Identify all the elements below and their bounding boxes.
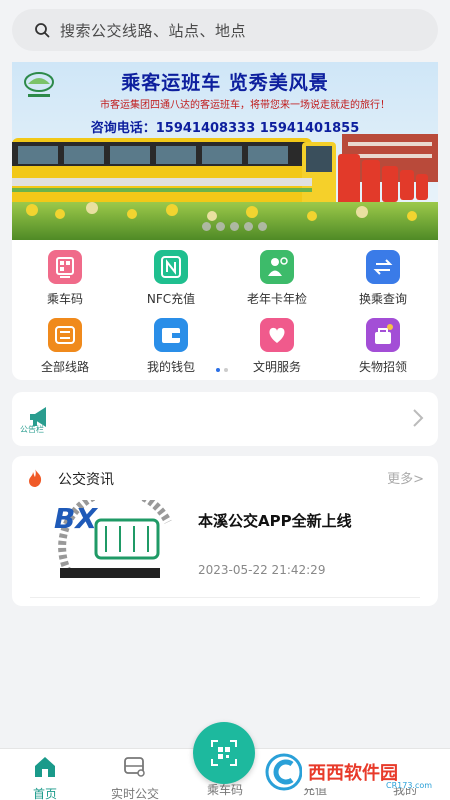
notice-label: 公告栏 <box>20 425 44 434</box>
scan-code-button[interactable] <box>193 722 255 784</box>
service-nfc[interactable]: NFC充值 <box>118 250 224 307</box>
news-more-link[interactable]: 更多> <box>387 468 424 487</box>
banner-dot[interactable] <box>216 222 225 231</box>
banner-dot[interactable] <box>258 222 267 231</box>
watermark-brand: 西西软件园 <box>308 762 398 784</box>
service-label: 乘车码 <box>46 292 83 306</box>
banner-pagination[interactable] <box>202 222 267 231</box>
service-label: NFC充值 <box>146 292 196 306</box>
banner-dot[interactable] <box>244 222 253 231</box>
news-thumbnail[interactable]: BX <box>50 500 176 582</box>
service-lost-found[interactable]: 失物招领 <box>330 318 436 375</box>
elder-card-icon <box>260 250 294 284</box>
service-label: 我的钱包 <box>146 360 195 374</box>
home-icon <box>35 757 55 777</box>
service-bus-code[interactable]: 乘车码 <box>12 250 118 307</box>
grid-page-dot <box>224 368 228 372</box>
tab-label: 实时公交 <box>110 787 159 800</box>
grid-page-dot <box>216 368 220 372</box>
banner-subtitle: 市客运集团四通八达的客运班车，将带您来一场说走就走的旅行！ <box>100 100 390 111</box>
bus-search-icon <box>124 757 145 777</box>
service-label: 换乘查询 <box>358 292 407 306</box>
search-header: 搜索公交线路、站点、地点 <box>0 0 450 62</box>
banner-dot[interactable] <box>230 222 239 231</box>
divider <box>30 597 420 598</box>
service-transfer[interactable]: 换乘查询 <box>330 250 436 307</box>
service-label: 失物招领 <box>358 360 407 374</box>
article-title[interactable]: 本溪公交APP全新上线 <box>198 510 352 531</box>
service-label: 文明服务 <box>252 360 301 374</box>
tab-label: 首页 <box>32 787 57 800</box>
transfer-icon <box>366 250 400 284</box>
thumb-logo-text: BX <box>54 502 98 535</box>
banner-title: 乘客运班车 览秀美风景 <box>121 72 329 94</box>
qr-code-icon <box>211 740 237 766</box>
civil-service-icon <box>260 318 294 352</box>
promo-banner[interactable]: 乘客运班车 览秀美风景 市客运集团四通八达的客运班车，将带您来一场说走就走的旅行… <box>12 62 438 240</box>
grid-pagination <box>216 368 228 372</box>
wallet-icon <box>154 318 188 352</box>
bus-code-icon <box>48 250 82 284</box>
fire-icon <box>29 469 42 487</box>
news-title: 公交资讯 <box>58 472 114 488</box>
banner-phone: 咨询电话：15941408333 15941401855 <box>90 121 360 136</box>
watermark-logo: 西西软件园 CR173.com <box>265 753 438 791</box>
watermark-url: CR173.com <box>386 781 432 790</box>
tab-realtime-bus[interactable]: 实时公交 <box>90 755 180 800</box>
service-civil[interactable]: 文明服务 <box>224 318 330 375</box>
service-label: 全部线路 <box>40 360 89 374</box>
search-placeholder: 搜索公交线路、站点、地点 <box>60 21 247 40</box>
service-label: 老年卡年检 <box>246 292 307 306</box>
chevron-right-icon[interactable] <box>412 408 424 428</box>
service-wallet[interactable]: 我的钱包 <box>118 318 224 375</box>
search-icon <box>35 23 50 38</box>
lost-found-icon <box>366 318 400 352</box>
service-all-routes[interactable]: 全部线路 <box>12 318 118 375</box>
service-elder-card[interactable]: 老年卡年检 <box>224 250 330 307</box>
services-grid: 乘车码 NFC充值 老年卡年检 换乘查询 全部线路 我的钱包 文明服务 失物招领 <box>12 240 438 380</box>
nfc-icon <box>154 250 188 284</box>
tab-home[interactable]: 首页 <box>0 755 90 800</box>
notice-bar[interactable]: 公告栏 <box>12 392 438 446</box>
all-routes-icon <box>48 318 82 352</box>
banner-dot[interactable] <box>202 222 211 231</box>
search-input[interactable]: 搜索公交线路、站点、地点 <box>12 9 438 51</box>
news-section: 公交资讯 更多> BX 本溪公交APP全新上线 2023-05-22 21:42… <box>12 456 438 606</box>
article-date: 2023-05-22 21:42:29 <box>198 563 326 577</box>
